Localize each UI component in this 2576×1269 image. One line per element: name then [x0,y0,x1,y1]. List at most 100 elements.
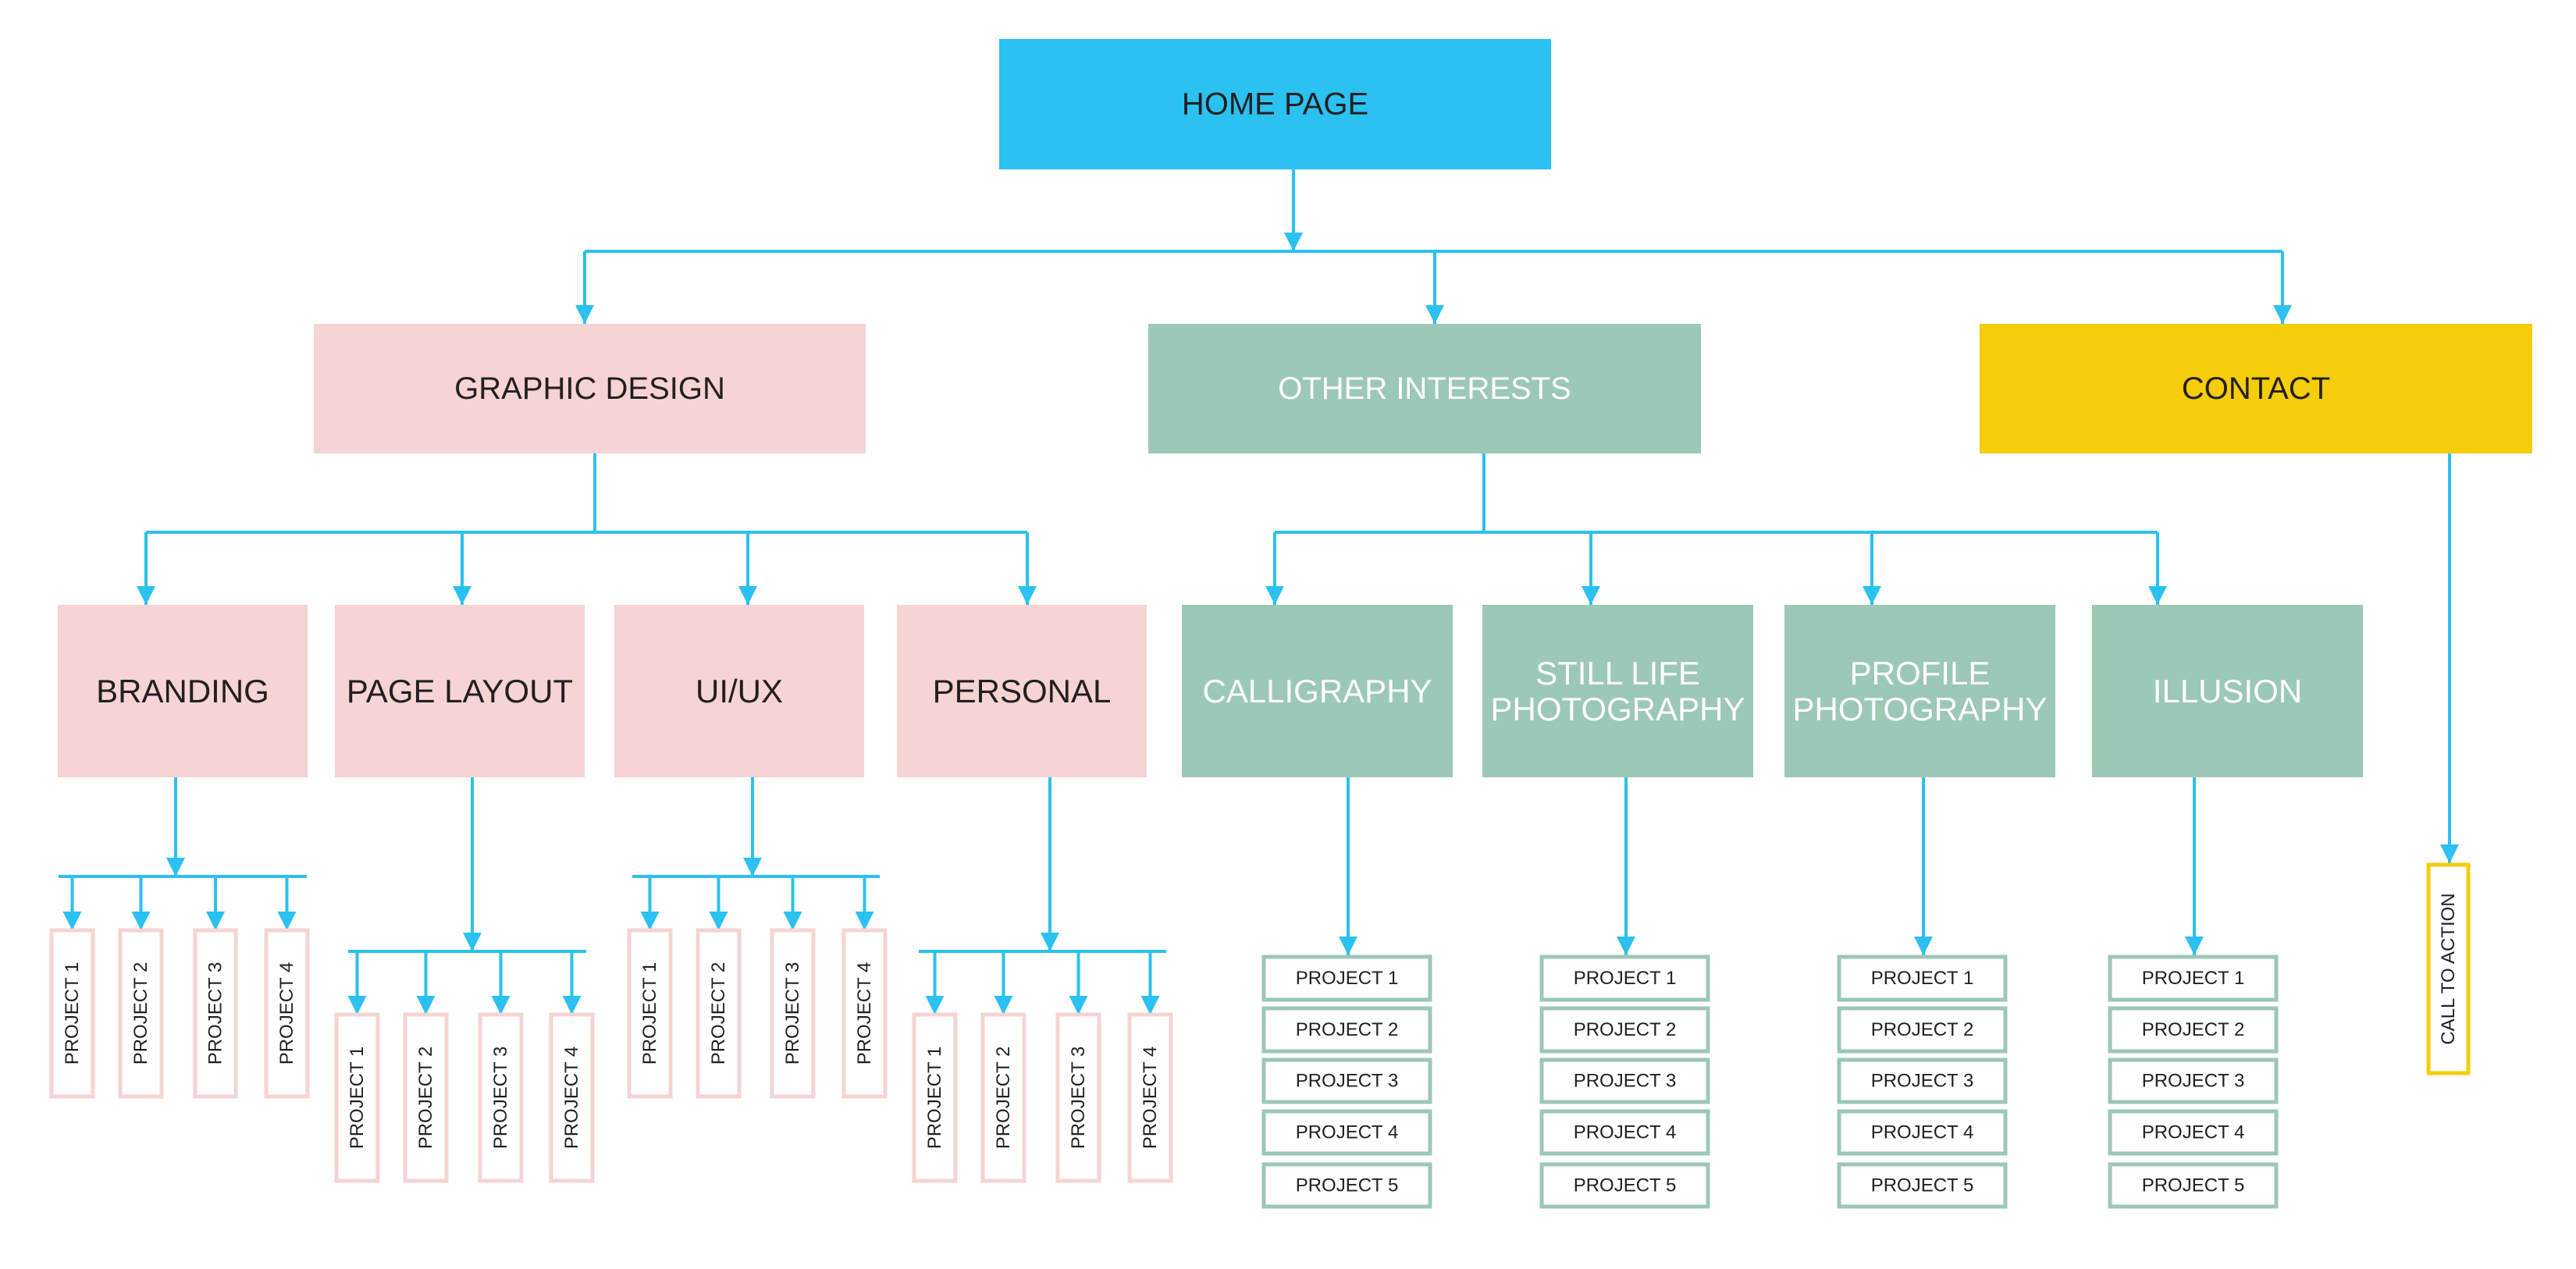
subsection-node[interactable]: PERSONAL [897,605,1147,777]
project-item-label: PROJECT 1 [1296,968,1399,989]
subsection-node[interactable]: BRANDING [58,605,308,777]
project-item-label: PROJECT 5 [2142,1175,2245,1196]
subsection-node[interactable]: PROFILEPHOTOGRAPHY [1784,605,2055,777]
project-item[interactable]: PROJECT 5 [1837,1162,2008,1209]
project-item[interactable]: PROJECT 5 [1539,1162,1710,1209]
project-item-label: PROJECT 3 [2142,1071,2245,1092]
project-item[interactable]: PROJECT 3 [1055,1012,1101,1183]
project-item[interactable]: PROJECT 1 [912,1012,958,1183]
project-item-label: PROJECT 3 [490,1047,511,1150]
project-item-label: PROJECT 1 [347,1047,368,1150]
project-item[interactable]: PROJECT 3 [770,928,816,1099]
subsection-node-label: PHOTOGRAPHY [1491,691,1745,727]
project-item-label: PROJECT 3 [1574,1071,1677,1092]
project-item-label: PROJECT 2 [708,962,729,1065]
project-item-label: PROJECT 3 [1296,1071,1399,1092]
project-item[interactable]: PROJECT 1 [49,928,95,1099]
project-item-label: PROJECT 1 [1871,968,1974,989]
subsection-node-label: ILLUSION [2153,673,2302,709]
project-item-label: PROJECT 2 [415,1047,436,1150]
project-item[interactable]: PROJECT 2 [1837,1006,2008,1054]
project-item[interactable]: PROJECT 4 [2108,1109,2279,1156]
project-item-label: PROJECT 1 [62,962,83,1065]
project-item[interactable]: PROJECT 3 [478,1012,524,1183]
project-item-label: PROJECT 4 [1574,1122,1677,1143]
graphic-design-node-label: GRAPHIC DESIGN [454,371,725,406]
project-item-label: PROJECT 1 [639,962,660,1065]
project-item-label: PROJECT 4 [1296,1122,1399,1143]
subsection-node[interactable]: CALLIGRAPHY [1182,605,1453,777]
contact-node-label: CONTACT [2182,371,2330,406]
project-item[interactable]: PROJECT 2 [2108,1006,2279,1054]
project-item[interactable]: PROJECT 5 [1261,1162,1432,1209]
subsection-node-label: PHOTOGRAPHY [1793,691,2048,727]
call-to-action-node[interactable]: CALL TO ACTION [2426,862,2471,1075]
project-item[interactable]: PROJECT 2 [1539,1006,1710,1054]
project-item[interactable]: PROJECT 2 [980,1012,1026,1183]
project-item[interactable]: PROJECT 4 [549,1012,595,1183]
project-item-label: PROJECT 5 [1871,1175,1974,1196]
project-item[interactable]: PROJECT 4 [1127,1012,1173,1183]
subsection-node[interactable]: UI/UX [614,605,864,777]
project-item[interactable]: PROJECT 4 [264,928,310,1099]
project-item-label: PROJECT 3 [1871,1071,1974,1092]
project-item-label: PROJECT 2 [1871,1019,1974,1040]
project-item[interactable]: PROJECT 3 [1837,1058,2008,1104]
sitemap-diagram: HOME PAGE GRAPHIC DESIGN OTHER INTERESTS CO… [49,39,2532,1209]
project-item[interactable]: PROJECT 2 [696,928,742,1099]
project-item[interactable]: PROJECT 4 [1261,1109,1432,1156]
project-item-label: PROJECT 4 [561,1047,582,1150]
subsection-node-label: PROFILE [1850,655,1991,691]
project-item-label: PROJECT 2 [1296,1019,1399,1040]
project-item[interactable]: PROJECT 1 [627,928,673,1099]
project-item[interactable]: PROJECT 5 [2108,1162,2279,1209]
graphic-design-node[interactable]: GRAPHIC DESIGN [314,324,866,453]
project-item[interactable]: PROJECT 4 [1837,1109,2008,1156]
project-item[interactable]: PROJECT 1 [1261,954,1432,1002]
project-item[interactable]: PROJECT 4 [841,928,888,1099]
project-item[interactable]: PROJECT 2 [1261,1006,1432,1054]
project-item-label: PROJECT 4 [854,962,875,1065]
subsection-node[interactable]: ILLUSION [2092,605,2363,777]
project-item-label: PROJECT 4 [276,962,297,1065]
project-item-label: PROJECT 3 [205,962,226,1065]
other-interests-node[interactable]: OTHER INTERESTS [1148,324,1701,453]
project-item[interactable]: PROJECT 1 [334,1012,380,1183]
project-item[interactable]: PROJECT 3 [1261,1058,1432,1104]
project-item-label: PROJECT 5 [1296,1175,1399,1196]
project-item[interactable]: PROJECT 4 [1539,1109,1710,1156]
project-item-label: PROJECT 2 [130,962,151,1065]
project-item-label: PROJECT 2 [2142,1019,2245,1040]
project-item-label: PROJECT 2 [1574,1019,1677,1040]
project-item-label: PROJECT 2 [993,1047,1014,1150]
home-page-node-label: HOME PAGE [1182,87,1368,122]
project-item-label: PROJECT 4 [1871,1122,1974,1143]
project-item-label: PROJECT 1 [2142,968,2245,989]
contact-node[interactable]: CONTACT [1980,324,2532,453]
project-item-label: PROJECT 4 [1140,1047,1161,1150]
subsection-node-label: BRANDING [96,673,269,709]
project-item-label: PROJECT 4 [2142,1122,2245,1143]
home-page-node[interactable]: HOME PAGE [999,39,1551,169]
project-item[interactable]: PROJECT 1 [2108,954,2279,1002]
project-item-label: PROJECT 5 [1574,1175,1677,1196]
project-item[interactable]: PROJECT 2 [118,928,164,1099]
project-item[interactable]: PROJECT 3 [2108,1058,2279,1104]
project-item[interactable]: PROJECT 3 [193,928,238,1099]
call-to-action-node-label: CALL TO ACTION [2438,893,2459,1044]
project-item-label: PROJECT 1 [1574,968,1677,989]
subsection-node[interactable]: PAGE LAYOUT [335,605,585,777]
project-item[interactable]: PROJECT 2 [403,1012,449,1183]
subsection-node-label: PAGE LAYOUT [347,673,573,709]
project-item-label: PROJECT 1 [924,1047,945,1150]
project-item[interactable]: PROJECT 3 [1539,1058,1710,1104]
project-item-label: PROJECT 3 [1068,1047,1089,1150]
project-item[interactable]: PROJECT 1 [1539,954,1710,1002]
subsection-node-label: CALLIGRAPHY [1202,673,1432,709]
other-interests-node-label: OTHER INTERESTS [1278,371,1571,406]
subsection-node-label: UI/UX [696,673,783,709]
subsection-node[interactable]: STILL LIFEPHOTOGRAPHY [1482,605,1753,777]
subsection-node-label: STILL LIFE [1535,655,1700,691]
project-item[interactable]: PROJECT 1 [1837,954,2008,1002]
subsection-node-label: PERSONAL [933,673,1112,709]
